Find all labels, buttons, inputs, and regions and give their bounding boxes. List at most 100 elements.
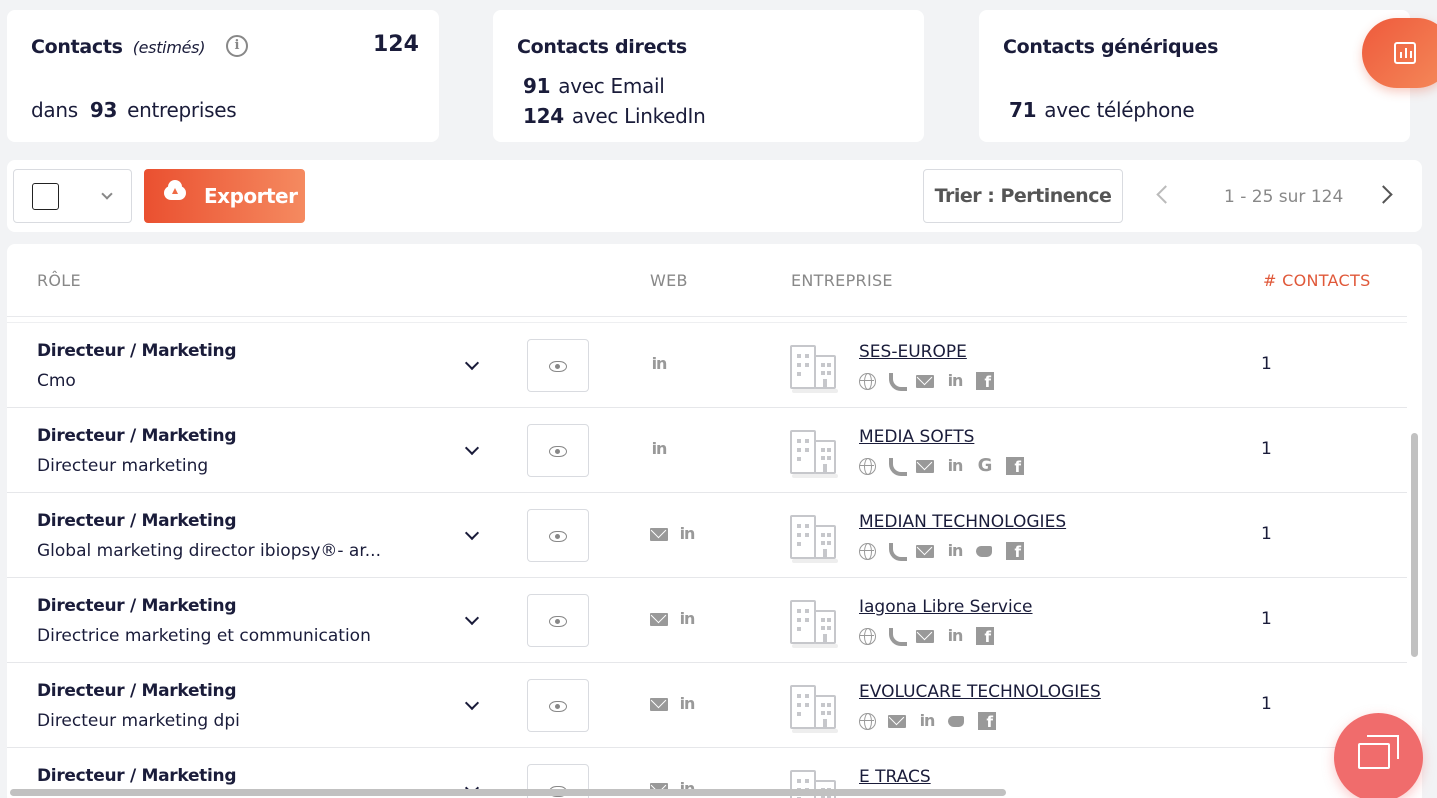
company-link[interactable]: EVOLUCARE TECHNOLOGIES [859,682,1101,702]
table-row[interactable]: Directeur / Marketing Directrice marketin… [7,578,1407,663]
linkedin-icon[interactable]: in [946,627,964,645]
mail-icon[interactable] [916,544,934,558]
reveal-button[interactable] [527,679,589,732]
results-table: RÔLE WEB ENTREPRISE # CONTACTS Directeur… [7,244,1422,798]
eye-icon [549,701,567,712]
facebook-icon[interactable]: f [976,372,994,391]
company-links: in f [859,626,994,646]
generic-title: Contacts génériques [1003,36,1219,58]
phone-stat: 71 avec téléphone [1009,98,1195,122]
chevron-down-icon [101,188,113,200]
select-all-checkbox[interactable] [32,183,59,210]
expand-chevron-icon[interactable] [464,525,480,541]
export-label: Exporter [204,184,298,208]
company-link[interactable]: MEDIA SOFTS [859,427,974,447]
role-category: Directeur / Marketing [37,681,237,701]
chat-button[interactable] [1334,713,1423,798]
globe-icon[interactable] [859,712,876,730]
linkedin-icon[interactable]: in [678,610,696,628]
contacts-qualifier: (estimés) [132,38,206,57]
contacts-card: Contacts (estimés) i 124 dans 93 entreprise… [7,10,439,142]
table-row[interactable]: Directeur / Marketing Directeur marketing… [7,663,1407,748]
google-icon[interactable]: G [976,457,994,475]
expand-chevron-icon[interactable] [464,440,480,456]
linkedin-icon[interactable]: in [650,440,668,458]
horizontal-scrollbar[interactable] [10,789,1006,796]
reveal-button[interactable] [527,424,589,477]
linkedin-icon[interactable]: in [946,542,964,560]
header-role[interactable]: RÔLE [37,271,81,290]
linkedin-icon[interactable]: in [678,525,696,543]
job-title: Directeur marketing dpi [37,711,240,731]
info-icon[interactable]: i [226,35,248,57]
reveal-button[interactable] [527,509,589,562]
reveal-button[interactable] [527,594,589,647]
company-link[interactable]: MEDIAN TECHNOLOGIES [859,512,1066,532]
expand-chevron-icon[interactable] [464,610,480,626]
previous-page-icon[interactable] [1156,185,1175,204]
phone-icon[interactable] [888,458,907,476]
mail-icon[interactable] [650,527,668,541]
contact-count: 1 [1261,354,1272,374]
stats-button[interactable] [1362,18,1437,88]
next-page-icon[interactable] [1374,185,1393,204]
facebook-icon[interactable]: f [978,712,996,731]
linkedin-icon[interactable]: in [946,457,964,475]
header-contacts[interactable]: # CONTACTS [1263,271,1371,290]
table-row[interactable]: Directeur / Marketing Cmo in SES-EUROPE in f 1 [7,323,1407,408]
web-links: in [650,693,696,715]
company-link[interactable]: Iagona Libre Service [859,597,1033,617]
globe-icon[interactable] [859,542,876,560]
linkedin-icon[interactable]: in [678,695,696,713]
linkedin-stat: 124 avec LinkedIn [523,104,706,128]
expand-chevron-icon[interactable] [464,355,480,371]
twitter-icon[interactable] [948,714,966,728]
facebook-icon[interactable]: f [976,627,994,646]
contacts-total: 124 [373,32,419,57]
reveal-button[interactable] [527,339,589,392]
chat-icon [1358,743,1390,769]
globe-icon[interactable] [859,457,876,475]
direct-contacts-card: Contacts directs 91 avec Email 124 avec Li… [493,10,924,142]
phone-icon[interactable] [888,373,907,391]
phone-icon[interactable] [888,543,907,561]
mail-icon[interactable] [916,459,934,473]
sort-button[interactable]: Trier : Pertinence [923,169,1123,223]
phone-icon[interactable] [888,628,907,646]
facebook-icon[interactable]: f [1006,457,1024,476]
company-link[interactable]: SES-EUROPE [859,342,967,362]
job-title: Global marketing director ibiopsy®- ar..… [37,541,381,561]
linkedin-icon[interactable]: in [918,712,936,730]
table-row[interactable]: Directeur / Marketing Directeur marketing… [7,408,1407,493]
mail-icon[interactable] [888,714,906,728]
companies-text: dans 93 entreprises [31,98,237,122]
web-links: in [650,608,696,630]
expand-chevron-icon[interactable] [464,695,480,711]
twitter-icon[interactable] [976,544,994,558]
mail-icon[interactable] [650,612,668,626]
export-button[interactable]: Exporter [144,169,305,223]
company-link[interactable]: E TRACS [859,767,931,787]
role-category: Directeur / Marketing [37,426,237,446]
globe-icon[interactable] [859,627,876,645]
mail-icon[interactable] [650,697,668,711]
contact-count: 1 [1261,524,1272,544]
linkedin-icon[interactable]: in [650,355,668,373]
vertical-scrollbar[interactable] [1411,433,1418,657]
job-title: Directeur marketing [37,456,209,476]
globe-icon[interactable] [859,372,876,390]
header-company[interactable]: ENTREPRISE [791,271,893,290]
mail-icon[interactable] [916,629,934,643]
select-all-dropdown[interactable] [13,169,132,223]
linkedin-icon[interactable]: in [946,372,964,390]
header-web: WEB [650,271,688,290]
generic-contacts-card: Contacts génériques 71 avec téléphone [979,10,1410,142]
contacts-title: Contacts (estimés) [31,36,206,58]
table-row[interactable]: Directeur / Marketing Global marketing di… [7,493,1407,578]
contact-count: 1 [1261,439,1272,459]
facebook-icon[interactable]: f [1006,542,1024,561]
building-icon [790,343,838,393]
building-icon [790,428,838,478]
mail-icon[interactable] [916,374,934,388]
job-title: Directrice marketing et communication [37,626,371,646]
